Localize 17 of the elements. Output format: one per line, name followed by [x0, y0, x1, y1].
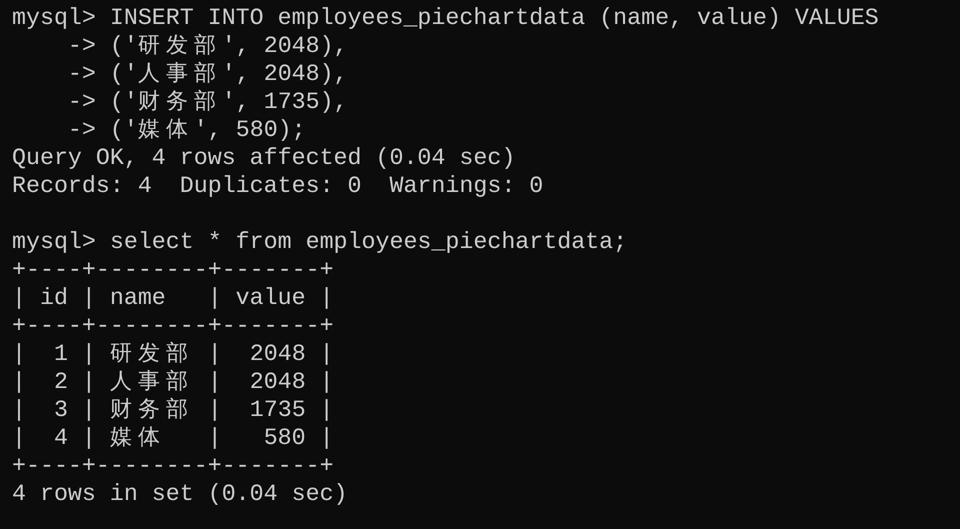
table-line: | 1 | 研发部 | 2048 |	[12, 340, 334, 368]
command-line: mysql> select * from employees_piechartdata;	[12, 228, 628, 256]
output-line: Query OK, 4 rows affected (0.04 sec)	[12, 144, 516, 172]
command-line: -> ('媒体', 580);	[66, 116, 306, 144]
output-line: 4 rows in set (0.04 sec)	[12, 480, 348, 508]
table-line: | 4 | 媒体 | 580 |	[12, 424, 334, 452]
output-line: Records: 4 Duplicates: 0 Warnings: 0	[12, 172, 544, 200]
command-line: mysql> INSERT INTO employees_piechartdata (name, value) VALUES	[12, 4, 879, 32]
table-line: | id | name | value |	[12, 284, 334, 312]
table-line: +----+--------+-------+	[12, 312, 334, 340]
command-line: -> ('人事部', 2048),	[66, 60, 348, 88]
table-line: +----+--------+-------+	[12, 452, 334, 480]
command-line: -> ('研发部', 2048),	[66, 32, 348, 60]
table-line: +----+--------+-------+	[12, 256, 334, 284]
table-line: | 3 | 财务部 | 1735 |	[12, 396, 334, 424]
table-line: | 2 | 人事部 | 2048 |	[12, 368, 334, 396]
command-line: -> ('财务部', 1735),	[66, 88, 348, 116]
